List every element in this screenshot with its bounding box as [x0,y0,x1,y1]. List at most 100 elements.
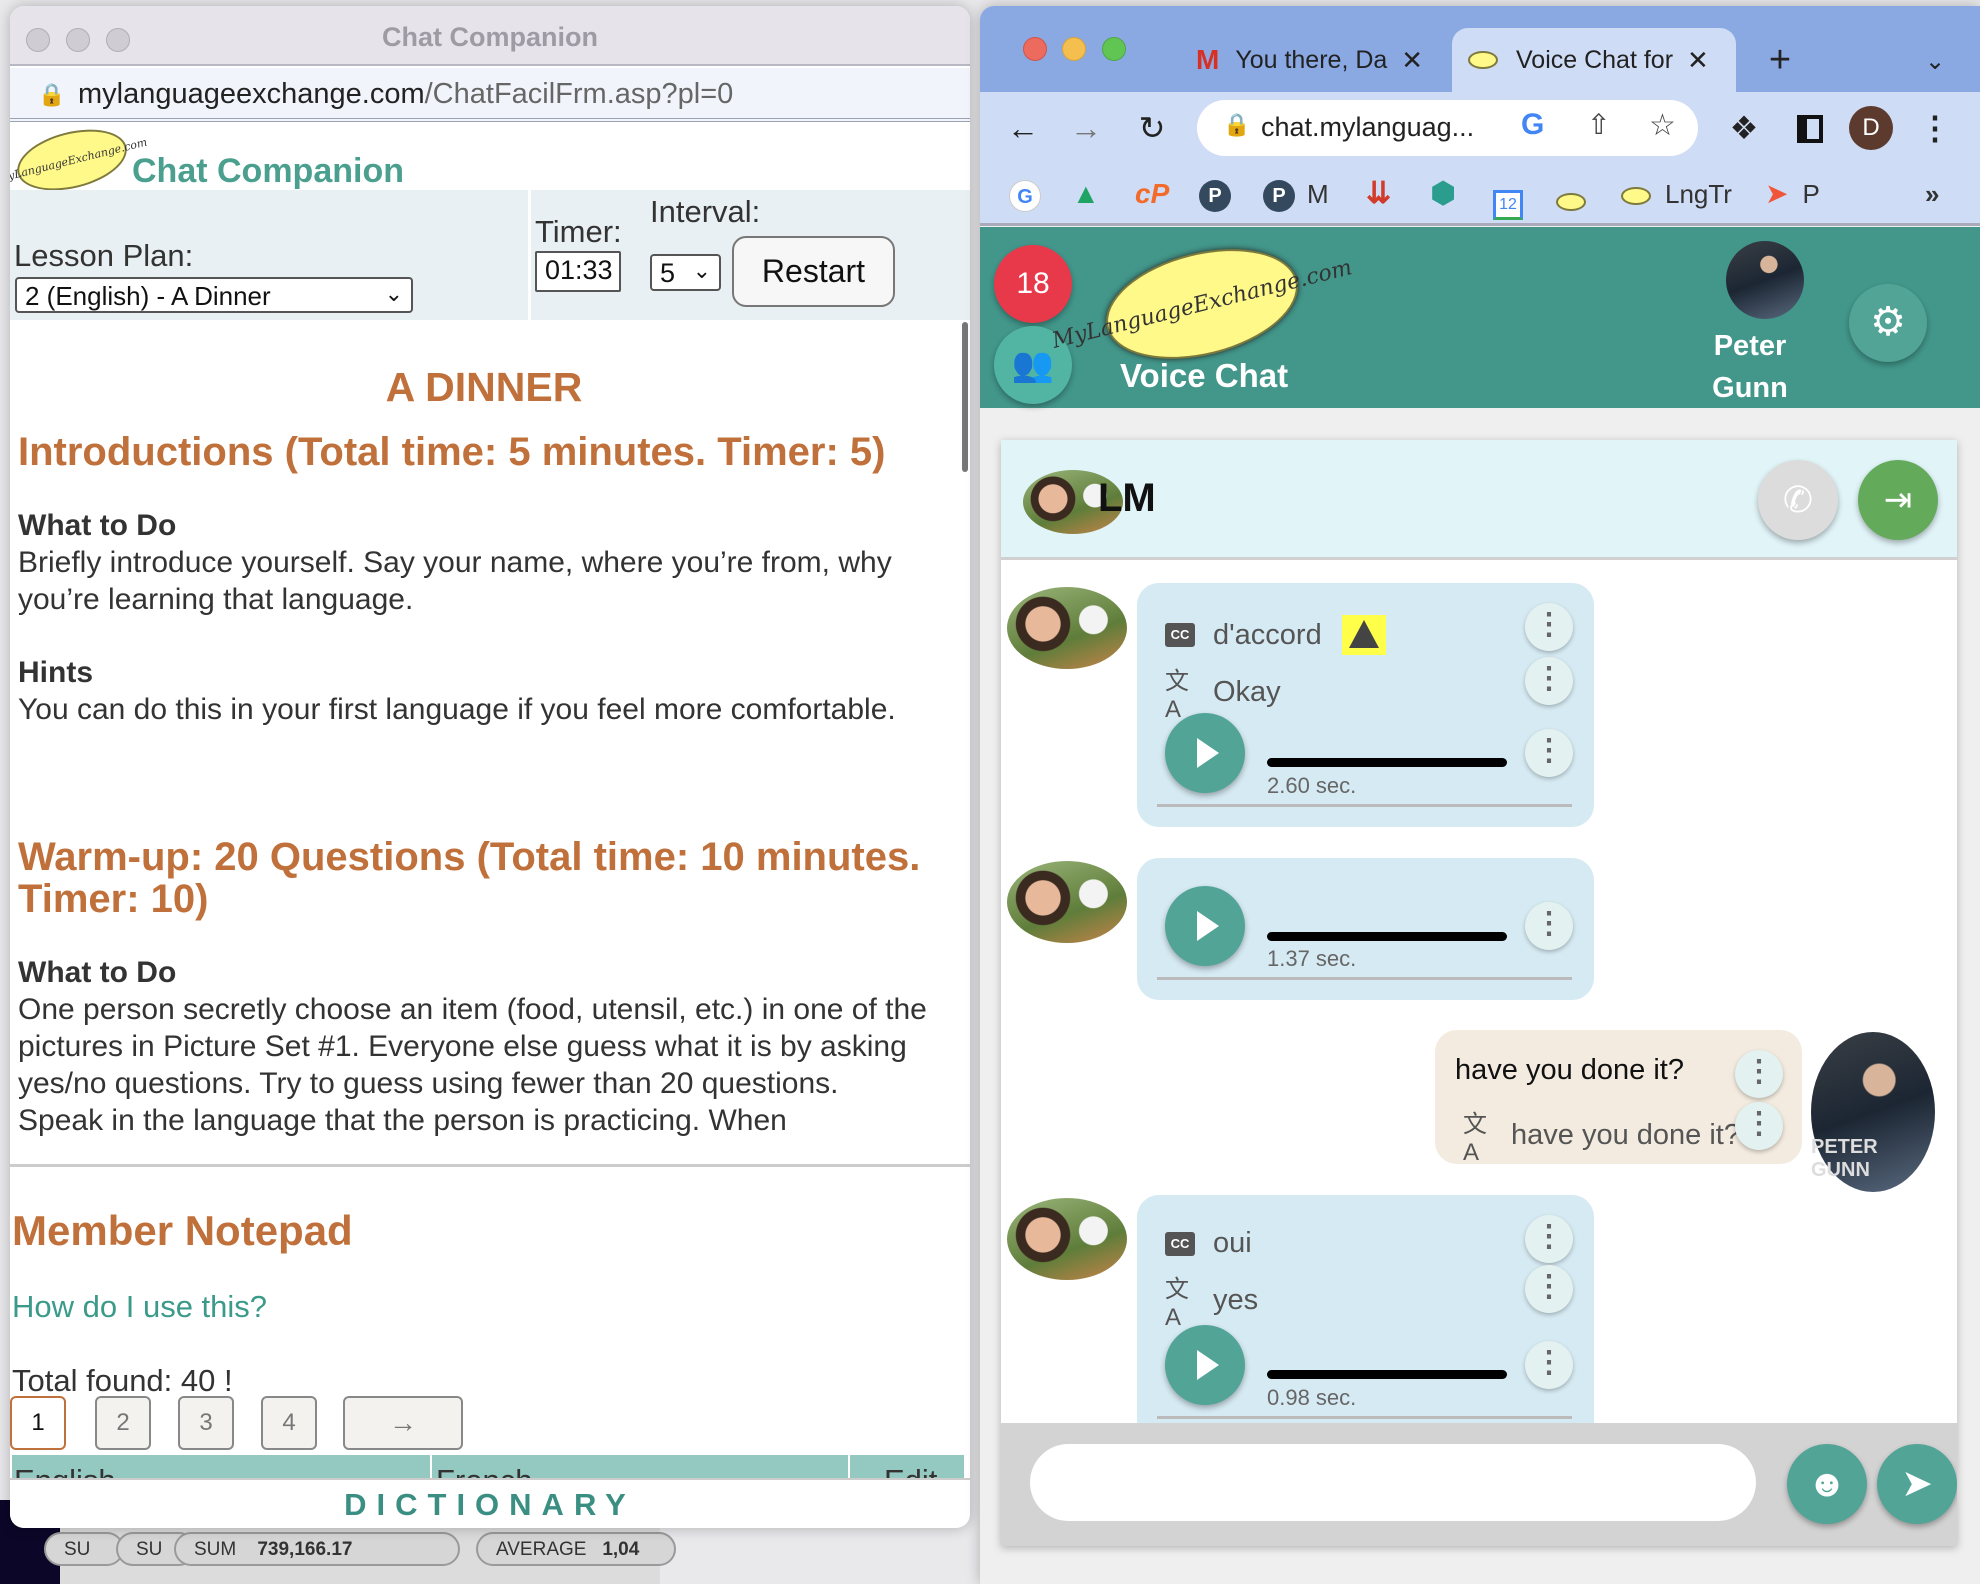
notification-badge[interactable]: 18 [994,245,1072,323]
page-button-1[interactable]: 1 [10,1396,66,1450]
my-message-bubble: have you done it? 文A have you done it? ⋮ … [1435,1030,1802,1166]
bookmark-mle[interactable] [1556,182,1586,222]
profile-avatar[interactable]: D [1849,106,1893,150]
google-lens-icon[interactable]: G [1521,108,1544,142]
settings-button[interactable]: ⚙ [1849,284,1927,362]
audio-menu-button[interactable]: ⋮ [1525,1341,1573,1389]
menu-icon[interactable]: ⋮ [1913,106,1957,150]
voice-chat-title: Voice Chat [1120,357,1289,394]
bookmark-cpanel[interactable]: cP [1135,174,1169,214]
lesson-plan-label: Lesson Plan: [14,238,194,273]
browser-toolbar: ← → ↻ 🔒 chat.mylanguag... G ⇧ ☆ ❖ D ⋮ G … [980,92,1980,226]
member-notepad: Member Notepad How do I use this? Total … [10,1164,970,1487]
hints-label: Hints [18,656,93,689]
page-button-3[interactable]: 3 [178,1396,234,1450]
restart-button[interactable]: Restart [732,236,895,307]
dictionary-button[interactable]: DICTIONARY [10,1478,970,1528]
bookmark-pm[interactable]: PM [1263,174,1329,214]
url-text[interactable]: mylanguageexchange.com/ChatFacilFrm.asp?… [78,78,733,111]
play-button[interactable] [1165,713,1245,793]
bookmark-todoist[interactable]: ⇊ [1366,174,1391,214]
new-tab-button[interactable]: + [1758,38,1802,82]
back-icon[interactable]: ← [1001,106,1045,150]
play-button[interactable] [1165,886,1245,966]
tab-voice-chat[interactable]: Voice Chat for ✕ [1452,28,1736,92]
sum-pill[interactable]: SUM 739,166.17 [174,1532,460,1566]
what-to-do-text: Briefly introduce yourself. Say your nam… [18,546,892,616]
url-path: /ChatFacilFrm.asp?pl=0 [424,78,734,110]
reload-icon[interactable]: ↻ [1130,106,1174,150]
audio-menu-button[interactable]: ⋮ [1525,902,1573,950]
audio-progress[interactable] [1267,932,1507,941]
bookmark-calendar[interactable]: 12 [1493,180,1523,220]
next-page-button[interactable]: → [343,1396,463,1450]
timer-field[interactable]: 01:33 [535,251,621,292]
tab-search-chevron-icon[interactable]: ⌄ [1913,40,1957,84]
bookmark-google[interactable]: G [1009,174,1041,214]
close-button[interactable] [1023,37,1047,61]
message-input[interactable] [1030,1444,1756,1521]
partner-name: LM [1098,476,1156,520]
chevron-down-icon: ⌄ [692,258,711,283]
mle-logo[interactable]: MyLanguageExchange.com [10,119,148,201]
caption-text: d'accord [1213,618,1322,651]
translation-menu-button[interactable]: ⋮ [1525,657,1573,705]
minimize-button[interactable] [1062,37,1086,61]
play-button[interactable] [1165,1325,1245,1405]
sum-value: 739,166.17 [257,1539,353,1560]
bookmark-hex[interactable]: ⬢ [1430,174,1456,214]
message-bubble: CC oui 文A yes ⋮ ⋮ 0.98 sec. ⋮ [1137,1195,1594,1455]
page-button-4[interactable]: 4 [261,1396,317,1450]
group-icon: 👥 [1011,346,1055,384]
address-bar[interactable]: 🔒 chat.mylanguag... G ⇧ ☆ [1197,100,1698,156]
zoom-button[interactable] [1102,37,1126,61]
page-button-2[interactable]: 2 [95,1396,151,1450]
close-tab-icon[interactable]: ✕ [1401,45,1423,76]
interval-label: Interval: [650,194,761,229]
caption-text: oui [1213,1227,1252,1259]
tab-title: Voice Chat for [1516,45,1674,74]
caption-menu-button[interactable]: ⋮ [1525,1215,1573,1263]
tab-gmail[interactable]: M You there, Da ✕ [1180,28,1440,92]
exit-chat-button[interactable]: ⇥ [1858,460,1938,540]
average-pill[interactable]: AVERAGE 1,04 [476,1532,676,1566]
translation-menu-button[interactable]: ⋮ [1525,1265,1573,1313]
audio-progress[interactable] [1267,758,1507,767]
bookmark-drive[interactable]: ▲ [1072,174,1100,214]
audio-menu-button[interactable]: ⋮ [1525,729,1573,777]
composer: ☻ ➤ [1001,1423,1957,1546]
message-bubble: CC d'accord 文A Okay ⋮ ⋮ 2.60 sec. ⋮ [1137,583,1594,827]
extensions-icon[interactable]: ❖ [1722,106,1766,150]
share-icon[interactable]: ⇧ [1587,108,1610,141]
mle-logo[interactable]: MyLanguageExchange.com [1050,230,1354,378]
interval-select[interactable]: 5 ⌄ [650,254,721,291]
warning-icon[interactable] [1341,615,1386,655]
bookmark-p[interactable]: P [1199,174,1231,214]
content-scrollbar[interactable] [962,322,968,472]
bookmark-lngtr[interactable]: LngTr [1621,174,1732,214]
bookmark-rocket[interactable]: ➤ P [1765,174,1820,214]
status-pill[interactable]: SU [44,1532,124,1566]
lesson-plan-value: 2 (English) - A Dinner [25,281,271,311]
lesson-plan-select[interactable]: 2 (English) - A Dinner ⌄ [15,277,413,313]
emoji-button[interactable]: ☻ [1787,1444,1867,1524]
translation-menu-button[interactable]: ⋮ [1735,1102,1783,1150]
message-menu-button[interactable]: ⋮ [1735,1050,1783,1098]
forward-icon[interactable]: → [1064,106,1108,150]
url-bar[interactable]: 🔒 mylanguageexchange.com/ChatFacilFrm.as… [10,68,970,122]
bookmark-star-icon[interactable]: ☆ [1649,108,1676,143]
translate-icon: 文A [1165,1276,1189,1331]
section-heading: Introductions (Total time: 5 minutes. Ti… [18,430,886,474]
p-icon: P [1263,180,1295,213]
help-link[interactable]: How do I use this? [12,1289,267,1325]
user-avatar[interactable] [1726,241,1804,319]
send-button[interactable]: ➤ [1877,1444,1957,1524]
more-bookmarks-button[interactable]: » [1925,174,1939,214]
title-bar[interactable]: Chat Companion [10,6,970,66]
closed-caption-icon: CC [1165,623,1195,647]
caption-menu-button[interactable]: ⋮ [1525,603,1573,651]
close-tab-icon[interactable]: ✕ [1687,45,1709,76]
side-panel-icon[interactable] [1797,115,1823,143]
call-button[interactable]: ✆ [1758,460,1838,540]
audio-progress[interactable] [1267,1370,1507,1379]
